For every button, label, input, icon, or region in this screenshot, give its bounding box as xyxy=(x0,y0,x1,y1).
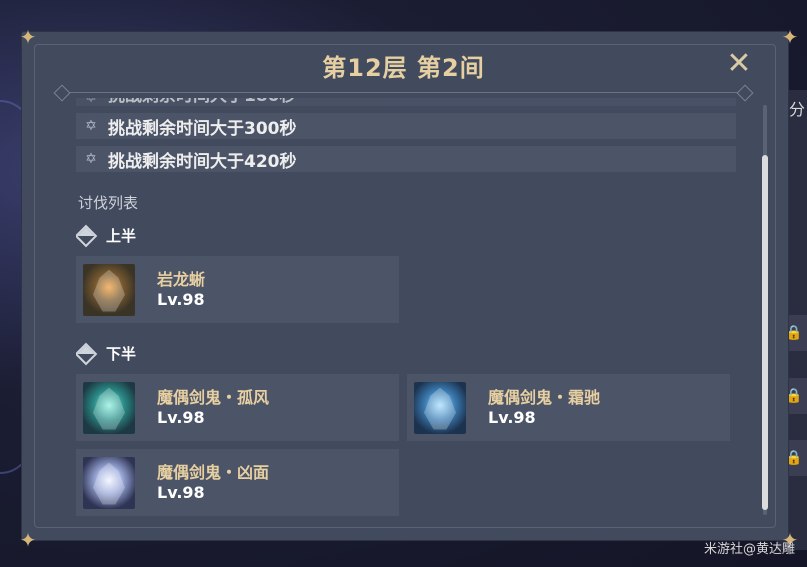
watermark: 米游社@黄达雕 xyxy=(703,542,795,557)
star-icon: ✡ xyxy=(85,118,97,134)
side-score-label: 分 xyxy=(788,100,805,119)
enemy-portrait xyxy=(414,381,466,434)
enemy-name: 岩龙蜥 xyxy=(157,269,206,289)
half-label: 下半 xyxy=(106,345,137,363)
half-label: 上半 xyxy=(106,227,137,245)
enemy-card[interactable]: 魔偶剑鬼・霜驰 Lv.98 xyxy=(407,374,730,441)
enemy-card[interactable]: 岩龙蜥 Lv.98 xyxy=(76,256,399,323)
upper-enemy-grid: 岩龙蜥 Lv.98 xyxy=(76,256,736,323)
star-icon: ✡ xyxy=(85,151,97,167)
star-condition-row: ✡ 挑战剩余时间大于300秒 xyxy=(76,113,736,139)
enemy-card[interactable]: 魔偶剑鬼・孤风 Lv.98 xyxy=(76,374,399,441)
enemy-list-title: 讨伐列表 xyxy=(78,194,139,212)
close-icon[interactable]: ✕ xyxy=(725,49,753,79)
corner-ornament-icon: ✦ xyxy=(19,528,37,552)
upper-half-header: 上半 xyxy=(76,224,736,247)
condition-label: 挑战剩余时间大于180秒 xyxy=(108,98,297,106)
enemy-name: 魔偶剑鬼・霜驰 xyxy=(488,387,601,407)
enemy-level: Lv.98 xyxy=(157,289,205,309)
enemy-card[interactable]: 魔偶剑鬼・凶面 Lv.98 xyxy=(76,449,399,516)
corner-ornament-icon: ✦ xyxy=(19,25,37,49)
enemy-level: Lv.98 xyxy=(488,407,536,427)
diamond-icon xyxy=(76,342,98,365)
corner-ornament-icon: ✦ xyxy=(781,25,799,49)
condition-label: 挑战剩余时间大于300秒 xyxy=(108,118,297,139)
enemy-name: 魔偶剑鬼・凶面 xyxy=(157,462,270,482)
scrollbar-track[interactable] xyxy=(762,105,768,515)
enemy-portrait xyxy=(83,263,135,316)
star-condition-row: ✡ 挑战剩余时间大于180秒 xyxy=(76,98,736,106)
title-divider xyxy=(60,92,747,93)
panel-content[interactable]: ✡ 挑战剩余时间大于180秒 ✡ 挑战剩余时间大于300秒 ✡ 挑战剩余时间大于… xyxy=(76,98,736,518)
enemy-portrait xyxy=(83,456,135,509)
star-icon: ✡ xyxy=(85,98,97,106)
enemy-name: 魔偶剑鬼・孤风 xyxy=(157,387,270,407)
lower-enemy-grid: 魔偶剑鬼・孤风 Lv.98 魔偶剑鬼・霜驰 Lv.98 魔偶剑鬼・凶面 Lv.9… xyxy=(76,374,736,516)
star-condition-row: ✡ 挑战剩余时间大于420秒 xyxy=(76,146,736,172)
enemy-portrait xyxy=(83,381,135,434)
enemy-level: Lv.98 xyxy=(157,482,205,502)
condition-label: 挑战剩余时间大于420秒 xyxy=(108,151,297,172)
enemy-level: Lv.98 xyxy=(157,407,205,427)
diamond-icon xyxy=(76,224,98,247)
panel-title: 第12层 第2间 xyxy=(322,54,485,82)
scrollbar-thumb[interactable] xyxy=(762,155,768,510)
lower-half-header: 下半 xyxy=(76,342,736,365)
